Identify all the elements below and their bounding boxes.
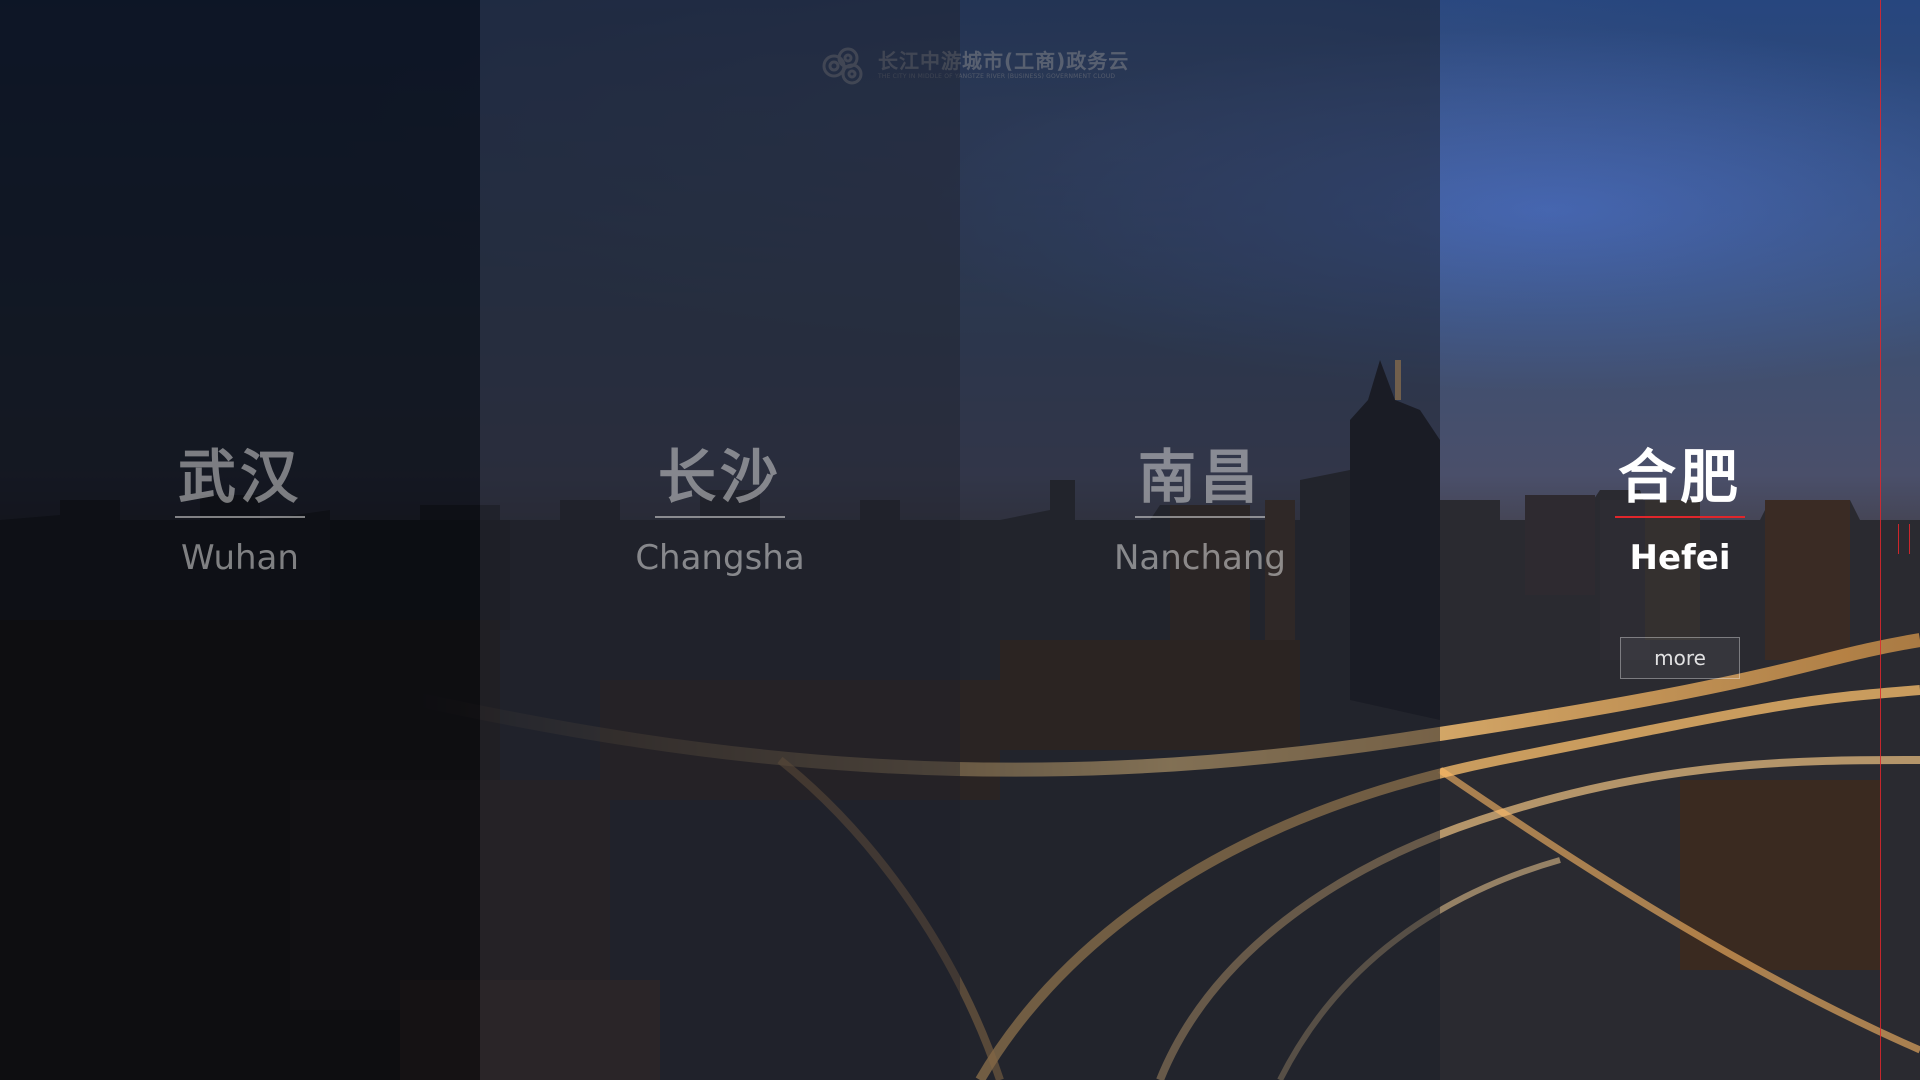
accent-tick — [1898, 524, 1899, 554]
city-name-cn: 合肥 — [1617, 443, 1742, 511]
city-panel-hefei[interactable]: 合肥 Hefei more — [1440, 0, 1920, 1080]
city-panel-nanchang[interactable]: 南昌 Nanchang — [960, 0, 1440, 1080]
city-name-cn: 南昌 — [1137, 443, 1262, 511]
more-button[interactable]: more — [1620, 637, 1740, 679]
city-name-cn: 长沙 — [657, 443, 782, 511]
city-divider — [175, 516, 305, 518]
city-panel-changsha[interactable]: 长沙 Changsha — [480, 0, 960, 1080]
city-divider — [1135, 516, 1265, 518]
city-name-cn: 武汉 — [177, 443, 302, 511]
right-accent-ticks — [1898, 524, 1910, 554]
city-name-en: Hefei — [1629, 538, 1731, 578]
city-name-en: Changsha — [635, 538, 805, 578]
city-name-en: Nanchang — [1113, 538, 1287, 578]
right-accent-line — [1880, 0, 1881, 1080]
city-panel-wuhan[interactable]: 武汉 Wuhan — [0, 0, 480, 1080]
city-panorama: 长江中游城市(工商)政务云 THE CITY IN MIDDLE OF YANG… — [0, 0, 1920, 1080]
accent-tick — [1909, 524, 1910, 554]
city-divider — [655, 516, 785, 518]
city-name-en: Wuhan — [181, 538, 299, 578]
city-divider-active — [1615, 516, 1745, 518]
